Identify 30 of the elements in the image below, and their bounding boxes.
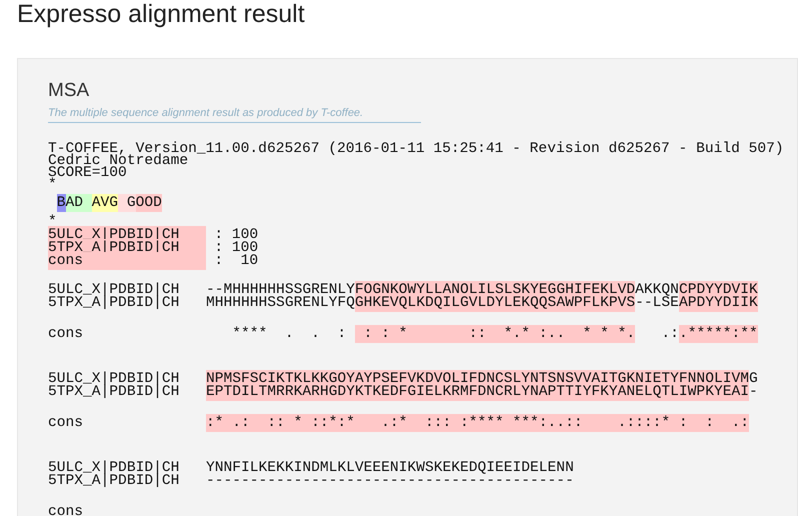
sequence-name: cons <box>48 506 84 516</box>
header-text: T-COFFEE, Version_11.00.d625267 (2016-01-11 15:25:41 - Revision d625267 - Build 507) <box>48 143 784 155</box>
sequence-name: cons <box>48 328 84 341</box>
sequence-text: MHHHHHHSSGRENLYFQ <box>206 294 355 312</box>
header-text: * <box>48 179 57 191</box>
sequence-text: .: <box>660 325 679 343</box>
score-value: : 10 <box>213 253 258 269</box>
highlighted-residues: AVG <box>92 194 118 212</box>
panel-subtitle: The multiple sequence alignment result as produced by T-coffee. <box>48 107 364 119</box>
sequence-name: 5ULC_X|PDBID|CH <box>48 462 180 475</box>
highlighted-residues: AD <box>66 194 92 212</box>
sequence-name: 5ULC_X|PDBID|CH <box>48 373 180 386</box>
highlighted-residues: : : * :: *.* :.. * * *. <box>354 325 636 343</box>
highlighted-residues: :* .: :: * ::*:* .:* ::: :**** ***:..:: .::::* : : .: <box>206 414 749 432</box>
sequence-name: 5TPX_A|PDBID|CH <box>48 297 180 310</box>
header-text: Cedric Notredame <box>48 155 188 167</box>
sequence-name: 5ULC_X|PDBID|CH <box>48 284 180 297</box>
sequence-name: 5TPX_A|PDBID|CH <box>48 475 180 488</box>
highlighted-residues: .*****:** <box>678 325 758 343</box>
highlighted-residues: B <box>56 194 66 212</box>
sequence-name: cons <box>48 417 84 430</box>
panel-title: MSA <box>48 79 90 103</box>
header-text: SCORE=100 <box>48 167 127 179</box>
highlighted-residues: OOD <box>136 194 162 212</box>
sequence-name: cons <box>48 252 206 270</box>
sequence-name: 5TPX_A|PDBID|CH <box>48 386 180 399</box>
sequence-text: --LSE <box>635 295 679 312</box>
sequence-text: **** . . : <box>231 325 348 343</box>
highlighted-residues: G <box>118 194 136 212</box>
page-title: Expresso alignment result <box>16 0 306 28</box>
